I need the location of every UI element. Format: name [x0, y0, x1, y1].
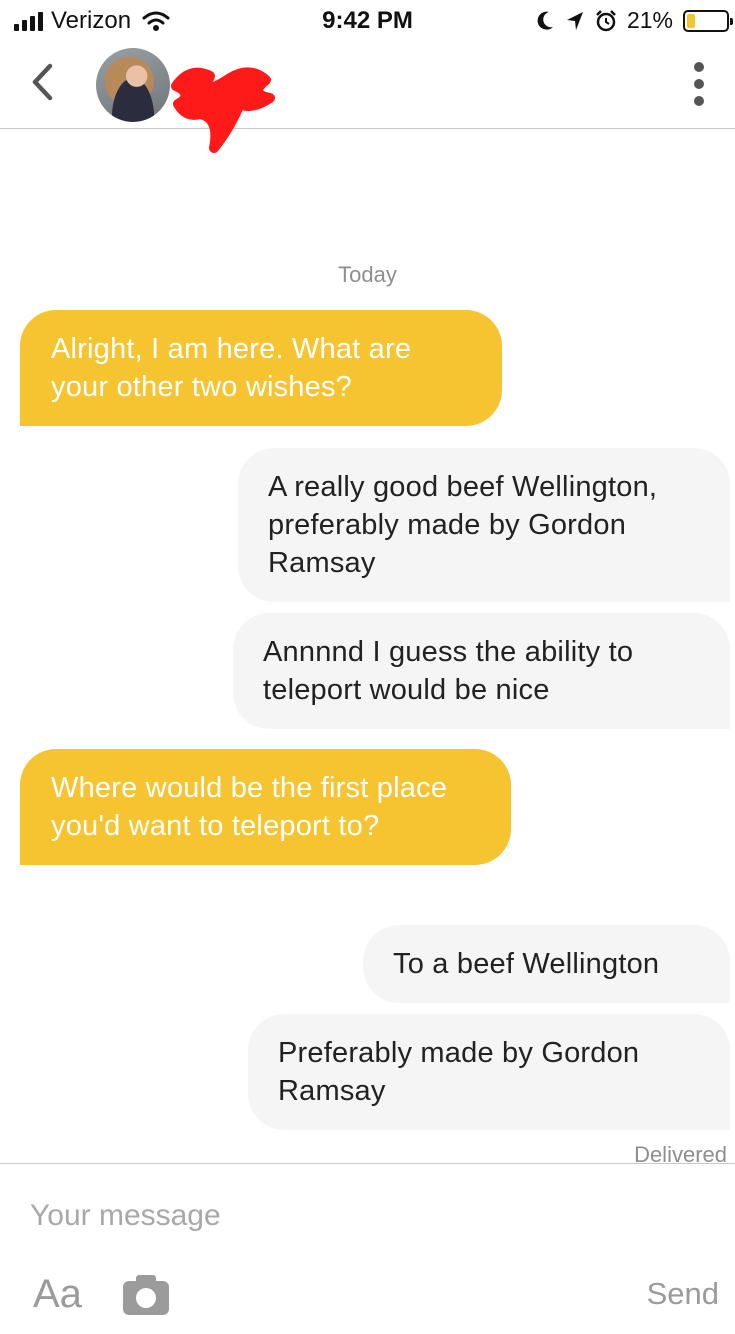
- message-bubble-outgoing: Annnnd I guess the ability to teleport w…: [233, 613, 730, 729]
- more-vertical-icon-dot: [694, 79, 704, 89]
- camera-button[interactable]: [122, 1274, 170, 1316]
- status-bar: Verizon 9:42 PM 21%: [0, 0, 735, 40]
- message-bubble-outgoing: A really good beef Wellington, preferabl…: [238, 448, 730, 602]
- chat-header: [0, 40, 735, 153]
- message-input[interactable]: [30, 1194, 700, 1238]
- battery-icon: [683, 9, 733, 32]
- status-right: 21%: [535, 7, 733, 34]
- more-options-button[interactable]: [691, 62, 707, 106]
- more-vertical-icon-dot: [694, 96, 704, 106]
- chevron-left-icon: [32, 63, 53, 101]
- date-separator: Today: [338, 262, 397, 287]
- location-arrow-icon: [566, 11, 583, 30]
- battery-percent: 21%: [626, 7, 673, 33]
- message-bubble-outgoing: Preferably made by Gordon Ramsay: [248, 1014, 730, 1130]
- more-vertical-icon-dot: [694, 62, 704, 72]
- message-bubble-incoming: Alright, I am here. What are your other …: [20, 310, 502, 426]
- back-button[interactable]: [22, 60, 62, 104]
- alarm-icon: [596, 9, 616, 31]
- message-bubble-outgoing: To a beef Wellington: [363, 925, 730, 1003]
- battery-level-fill: [687, 13, 695, 28]
- send-button[interactable]: Send: [647, 1276, 719, 1312]
- camera-icon: [123, 1275, 169, 1315]
- message-bubble-incoming: Where would be the first place you'd wan…: [20, 749, 511, 865]
- message-composer: Aa Send: [0, 1163, 735, 1334]
- moon-icon: [537, 11, 553, 30]
- contact-avatar[interactable]: [96, 48, 170, 122]
- redaction-scribble: [171, 67, 275, 153]
- text-format-button[interactable]: Aa: [33, 1272, 82, 1317]
